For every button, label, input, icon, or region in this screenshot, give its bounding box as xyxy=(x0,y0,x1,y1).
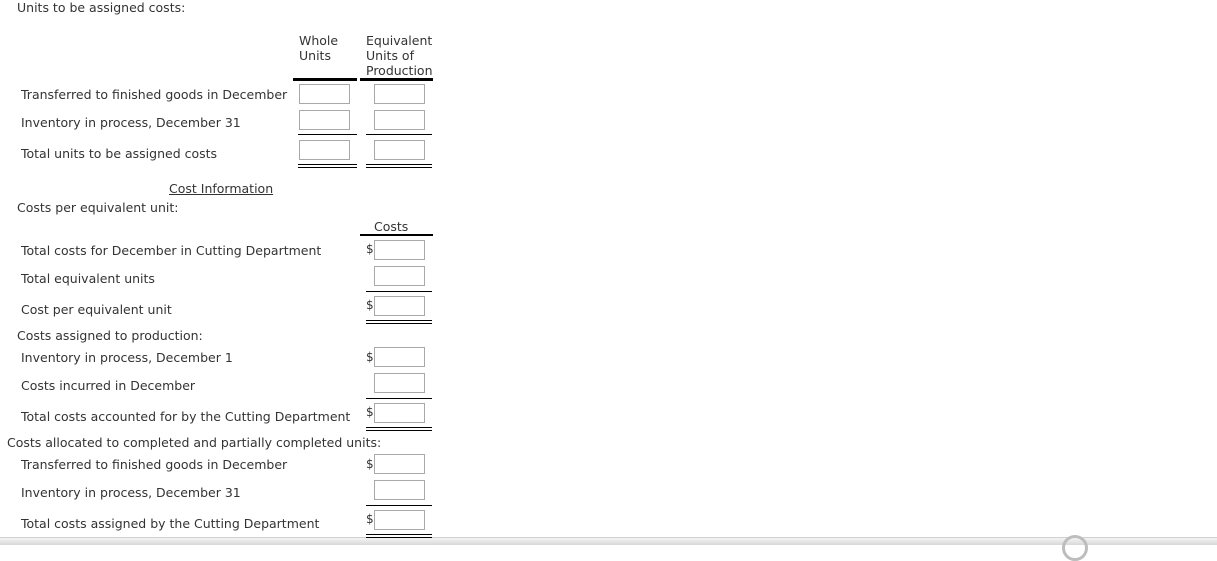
total-costs-december-input[interactable] xyxy=(374,240,425,260)
cost-per-unit-double-rule xyxy=(366,320,432,324)
assigned-subtotal-rule xyxy=(366,398,432,399)
cost-row-label: Total costs for December in Cutting Depa… xyxy=(21,243,322,258)
costs-column-header: Costs xyxy=(374,219,409,234)
units-row-label: Inventory in process, December 31 xyxy=(21,115,241,130)
equivalent-units-subtotal-rule xyxy=(366,134,432,135)
equivalent-units-header-line2: Units of xyxy=(366,48,414,63)
dollar-sign: $ xyxy=(366,512,374,526)
dollar-sign: $ xyxy=(366,298,374,312)
costs-incurred-december-input[interactable] xyxy=(374,373,425,393)
total-equivalent-units-input[interactable] xyxy=(374,140,425,160)
inventory-dec1-cost-input[interactable] xyxy=(374,347,425,367)
transferred-whole-units-input[interactable] xyxy=(299,84,350,104)
costs-allocated-title: Costs allocated to completed and partial… xyxy=(7,435,382,450)
cost-row-label: Inventory in process, December 31 xyxy=(21,485,241,500)
transferred-cost-input[interactable] xyxy=(374,454,425,474)
cost-row-label: Inventory in process, December 1 xyxy=(21,350,233,365)
cost-row-label: Costs incurred in December xyxy=(21,378,196,393)
equivalent-units-total-double-rule xyxy=(366,164,432,168)
units-row-label: Transferred to finished goods in Decembe… xyxy=(21,87,288,102)
cost-row-label: Cost per equivalent unit xyxy=(21,302,172,317)
dollar-sign: $ xyxy=(366,242,374,256)
whole-units-header: Whole Units xyxy=(299,33,338,63)
units-section-title: Units to be assigned costs: xyxy=(17,0,186,15)
units-total-label: Total units to be assigned costs xyxy=(21,146,218,161)
cost-per-equivalent-unit-input[interactable] xyxy=(374,296,425,316)
whole-units-subtotal-rule xyxy=(298,134,357,135)
inventory-dec31-cost-input[interactable] xyxy=(374,480,425,500)
whole-units-header-line1: Whole xyxy=(299,33,339,48)
cost-per-unit-subtotal-rule xyxy=(366,291,432,292)
dollar-sign: $ xyxy=(366,457,374,471)
cost-row-label: Total costs accounted for by the Cutting… xyxy=(21,409,351,424)
equivalent-units-header-line1: Equivalent xyxy=(366,33,433,48)
inventory-equivalent-units-input[interactable] xyxy=(374,110,425,130)
inventory-whole-units-input[interactable] xyxy=(299,110,350,130)
total-costs-assigned-input[interactable] xyxy=(374,510,425,530)
cost-row-label: Total costs assigned by the Cutting Depa… xyxy=(21,516,320,531)
scroll-handle-icon[interactable] xyxy=(1062,535,1088,561)
equivalent-units-header: Equivalent Units of Production xyxy=(366,33,433,78)
whole-units-total-double-rule xyxy=(298,164,357,168)
total-equivalent-units-input-costs[interactable] xyxy=(374,266,425,286)
costs-per-unit-title: Costs per equivalent unit: xyxy=(17,200,179,215)
whole-units-header-line2: Units xyxy=(299,48,331,63)
costs-assigned-title: Costs assigned to production: xyxy=(17,328,203,343)
costs-header-rule xyxy=(360,234,433,236)
cost-information-heading: Cost Information xyxy=(169,181,274,196)
assigned-total-double-rule xyxy=(366,427,432,431)
equivalent-units-header-rule xyxy=(360,78,433,81)
allocated-subtotal-rule xyxy=(366,505,432,506)
total-whole-units-input[interactable] xyxy=(299,140,350,160)
allocated-total-double-rule xyxy=(366,534,432,538)
whole-units-header-rule xyxy=(293,78,357,81)
transferred-equivalent-units-input[interactable] xyxy=(374,84,425,104)
dollar-sign: $ xyxy=(366,405,374,419)
dollar-sign: $ xyxy=(366,350,374,364)
equivalent-units-header-line3: Production xyxy=(366,63,433,78)
cost-row-label: Transferred to finished goods in Decembe… xyxy=(21,457,288,472)
total-costs-accounted-input[interactable] xyxy=(374,403,425,423)
cost-row-label: Total equivalent units xyxy=(21,271,155,286)
